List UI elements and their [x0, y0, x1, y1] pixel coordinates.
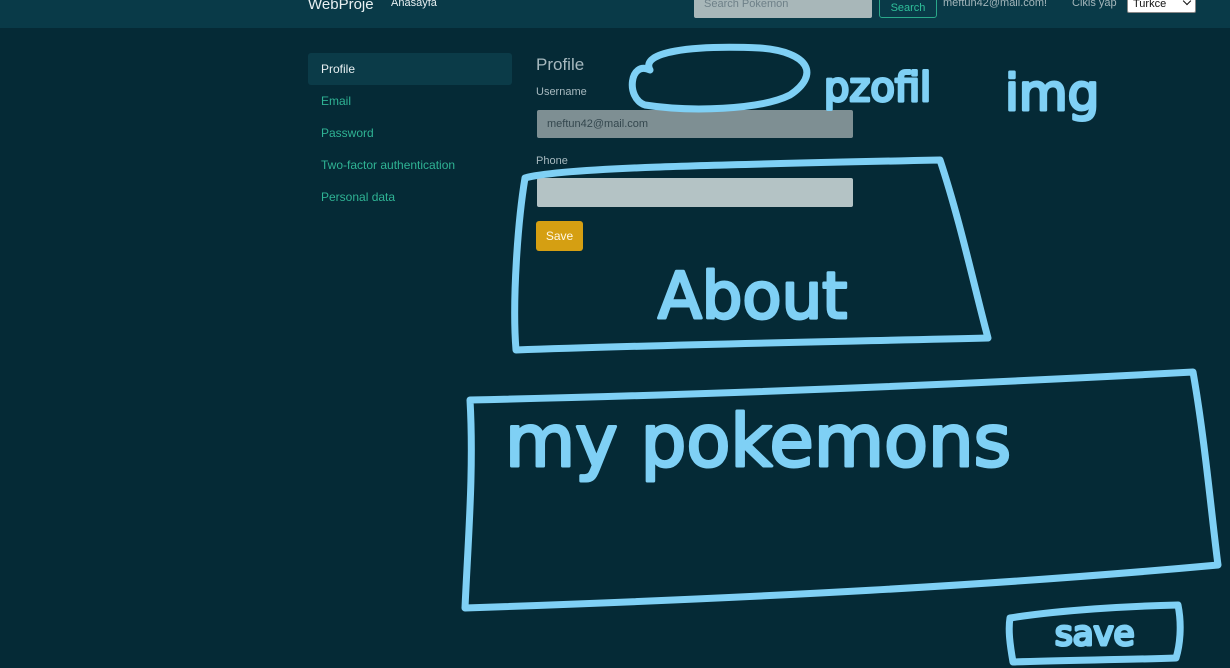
phone-field[interactable] — [537, 178, 853, 207]
save-button-sketch — [1005, 601, 1184, 666]
pokemons-note: my pokemons — [505, 399, 1011, 483]
logout-link[interactable]: Cikis yap — [1072, 0, 1117, 9]
my-pokemons-box-sketch — [461, 368, 1222, 612]
home-link[interactable]: Anasayfa — [391, 0, 437, 9]
top-navbar: WebProje Anasayfa Search meftun42@mail.c… — [0, 0, 1230, 28]
sidebar-item-personal-data[interactable]: Personal data — [308, 181, 512, 213]
sidebar-item-email[interactable]: Email — [308, 85, 512, 117]
page-title: Profile — [536, 55, 585, 74]
sidebar-item-password[interactable]: Password — [308, 117, 512, 149]
chevron-down-icon — [1182, 0, 1192, 6]
sidebar-item-two-factor[interactable]: Two-factor authentication — [308, 149, 512, 181]
phone-label: Phone — [536, 155, 568, 167]
username-field[interactable] — [537, 110, 853, 138]
user-email: meftun42@mail.com! — [943, 0, 1048, 9]
language-select[interactable]: Turkce — [1127, 0, 1196, 13]
username-label: Username — [536, 86, 587, 98]
profile-image-placeholder-sketch — [628, 43, 811, 113]
save-button[interactable]: Save — [536, 221, 583, 251]
search-input[interactable] — [694, 0, 872, 18]
profile-img-note-1: pzofil — [824, 65, 931, 111]
sidebar-item-profile[interactable]: Profile — [308, 53, 512, 85]
brand-logo[interactable]: WebProje — [308, 0, 374, 13]
sketch-annotations: pzofil img About my pokemons save — [461, 43, 1222, 666]
about-note: About — [658, 260, 847, 334]
profile-img-note-2: img — [1005, 64, 1099, 122]
search-button[interactable]: Search — [879, 0, 937, 18]
language-select-value: Turkce — [1133, 0, 1167, 10]
save-note: save — [1055, 614, 1135, 654]
